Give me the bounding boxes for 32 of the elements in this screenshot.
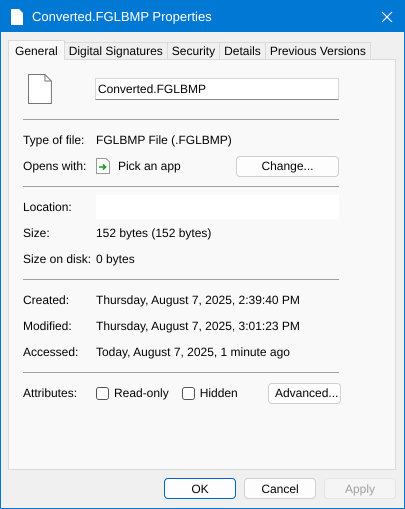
field-label: Location: [23,200,73,214]
dialog-button[interactable]: OK [164,478,236,499]
document-icon [11,8,23,24]
field-label: Size: [23,226,51,240]
tab[interactable]: Digital Signatures [64,42,168,59]
field-label: Created: [23,293,70,307]
field-value: Pick an app [118,159,182,173]
field-label: Size on disk: [23,252,92,266]
checkbox[interactable]: Read-only [96,386,169,400]
field-value: FGLBMP File (.FGLBMP) [96,133,232,147]
name-field[interactable]: Converted.FGLBMP [94,78,339,100]
window-title: Converted.FGLBMP Properties [32,9,213,24]
tab[interactable]: Security [166,42,220,59]
field-label: Accessed: [23,345,80,359]
field-value: Thursday, August 7, 2025, 2:39:40 PM [96,293,300,307]
tab[interactable]: Previous Versions [264,42,371,59]
field-label: Attributes: [23,386,78,400]
checkbox[interactable]: Hidden [182,386,238,400]
tab[interactable]: General [8,40,65,60]
file-arrow-icon [96,158,110,174]
field-value: Thursday, August 7, 2025, 3:01:23 PM [96,319,300,333]
close-icon[interactable] [381,10,393,22]
field-value: Today, August 7, 2025, 1 minute ago [96,345,290,359]
field-value: 152 bytes (152 bytes) [96,226,212,240]
document-icon [28,74,52,104]
field-label: Modified: [23,319,73,333]
advanced-button[interactable]: Advanced... [268,382,341,404]
field-label: Opens with: [23,159,88,173]
field-value: 0 bytes [96,252,135,266]
change-button[interactable]: Change... [236,156,339,176]
dialog-button[interactable]: Cancel [244,478,316,499]
field-label: Type of file: [23,133,86,147]
